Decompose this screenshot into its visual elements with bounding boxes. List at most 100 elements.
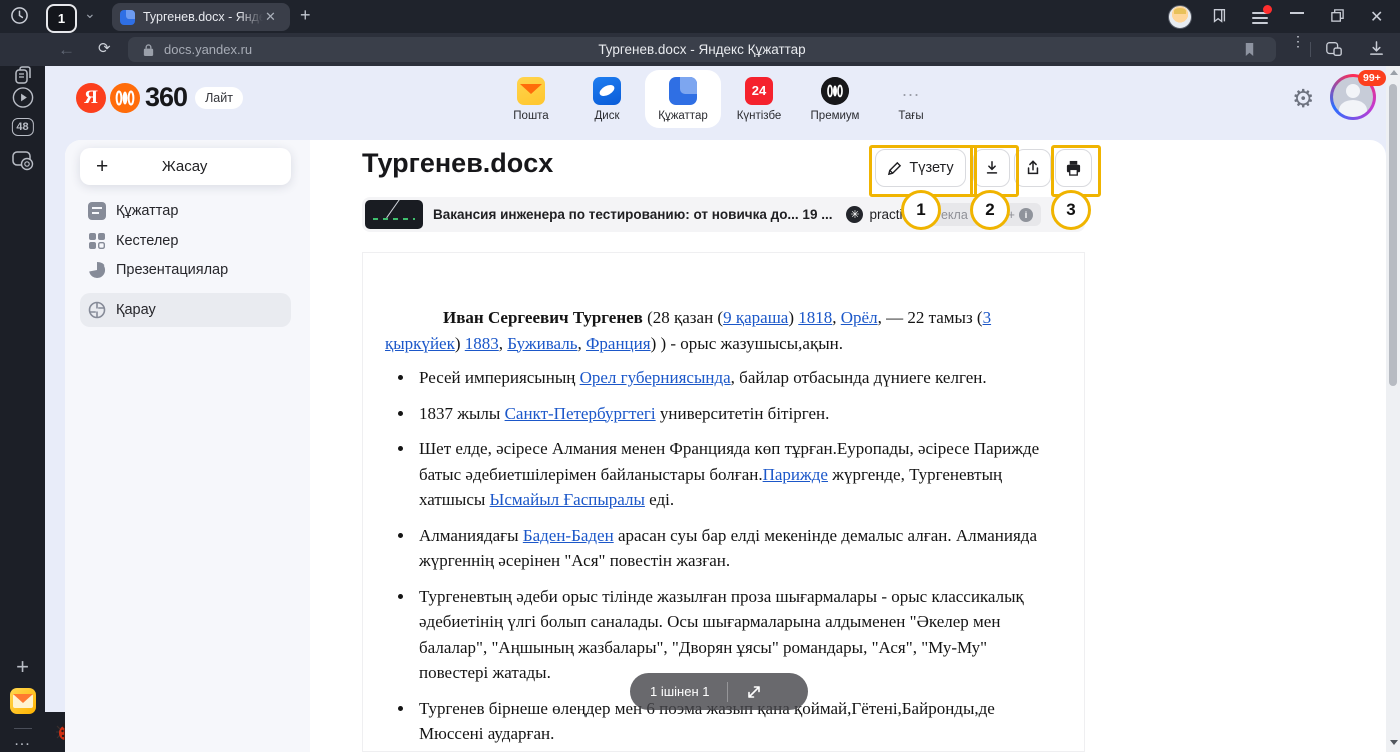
- doc-link[interactable]: Санкт-Петербургтегі: [505, 404, 656, 423]
- tab-close-icon[interactable]: ✕: [265, 9, 276, 25]
- sidebar-item-view[interactable]: Қарау: [80, 293, 291, 327]
- more-menu-icon[interactable]: ⋮: [1291, 38, 1295, 45]
- docs-favicon-icon: [120, 10, 135, 25]
- doc-link[interactable]: Буживаль: [507, 334, 577, 353]
- page-indicator[interactable]: 1 ішінен 1: [630, 673, 808, 710]
- doc-text: Ресей империясының: [419, 368, 580, 387]
- add-icon[interactable]: +: [16, 654, 29, 680]
- doc-link[interactable]: Ысмайыл Ғаспыралы: [490, 490, 645, 509]
- ad-title: Вакансия инженера по тестированию: от но…: [433, 207, 832, 222]
- annotation-circle-3: 3: [1051, 190, 1091, 230]
- scrollbar-thumb[interactable]: [1389, 84, 1397, 386]
- doc-link[interactable]: Парижде: [763, 465, 828, 484]
- nav-item-calendar[interactable]: 24 Күнтізбе: [721, 70, 797, 128]
- create-label: Жасау: [108, 158, 261, 175]
- tab-group-count: 1: [58, 11, 65, 26]
- annotation-circle-2: 2: [970, 190, 1010, 230]
- doc-link[interactable]: Орел губерниясында: [580, 368, 731, 387]
- premium-icon: [821, 77, 849, 105]
- nav-label: Құжаттар: [658, 110, 707, 122]
- doc-link[interactable]: Франция: [586, 334, 651, 353]
- presentations-icon: [88, 261, 106, 279]
- new-tab-button[interactable]: +: [300, 5, 311, 26]
- scrollbar-up-arrow[interactable]: [1390, 70, 1398, 75]
- calendar-icon: 24: [745, 77, 773, 105]
- doc-link[interactable]: 9 қараша: [723, 308, 788, 327]
- nav-item-mail[interactable]: Пошта: [493, 70, 569, 128]
- sidebar-label: Кестелер: [116, 233, 178, 249]
- info-icon[interactable]: i: [1019, 208, 1033, 222]
- nav-label: Диск: [595, 110, 620, 122]
- sidebar-item-presentations[interactable]: Презентациялар: [80, 255, 291, 285]
- nav-item-more[interactable]: ... Тағы: [873, 70, 949, 128]
- doc-text: ,: [577, 334, 586, 353]
- divider: [1310, 42, 1311, 57]
- logo-360-text: 360: [145, 82, 187, 113]
- side-panel-icon[interactable]: [1325, 40, 1343, 58]
- browser-address-bar: ← ⟳ docs.yandex.ru Тургенев.docx - Яндек…: [0, 33, 1400, 66]
- annotation-circle-1: 1: [901, 190, 941, 230]
- downloads-icon[interactable]: [1368, 40, 1385, 57]
- settings-gear-icon[interactable]: ⚙: [1292, 84, 1314, 114]
- sidebar-item-tables[interactable]: Кестелер: [80, 226, 291, 256]
- doc-text: , — 22 тамыз (: [878, 308, 983, 327]
- chevron-down-icon[interactable]: ⌄: [84, 5, 96, 22]
- close-window-icon[interactable]: ✕: [1370, 7, 1383, 27]
- ya360-logo[interactable]: Я 360 Лайт: [76, 82, 243, 113]
- speed-badge[interactable]: 48: [11, 118, 33, 136]
- annotation-box-2: [970, 145, 1019, 197]
- sidebar-label: Құжаттар: [116, 203, 178, 219]
- doc-text: ,: [832, 308, 841, 327]
- notifications-count-badge: 99+: [1358, 70, 1386, 86]
- screenshot-icon[interactable]: [11, 150, 35, 172]
- logo-360-icon: [110, 83, 140, 113]
- nav-label: Күнтізбе: [737, 110, 782, 122]
- url-field[interactable]: docs.yandex.ru Тургенев.docx - Яндекс Құ…: [128, 37, 1276, 62]
- lock-icon: [142, 43, 155, 57]
- reload-icon[interactable]: ⟳: [98, 39, 111, 57]
- tab-title: Тургенев.docx - Яндек: [143, 10, 263, 24]
- sidebar-label: Презентациялар: [116, 262, 228, 278]
- restore-icon[interactable]: [1330, 8, 1345, 23]
- services-nav: Пошта Диск Құжаттар 24 Күнтізбе Премиум …: [493, 70, 949, 128]
- browser-profile-avatar[interactable]: [1168, 5, 1192, 29]
- sidebar-item-documents[interactable]: Құжаттар: [80, 196, 291, 226]
- fullscreen-icon[interactable]: [746, 684, 762, 700]
- create-button[interactable]: + Жасау: [80, 148, 291, 185]
- doc-link[interactable]: Баден-Баден: [523, 526, 614, 545]
- history-icon[interactable]: [10, 6, 29, 25]
- doc-text: ): [455, 334, 465, 353]
- nav-label: Тағы: [898, 110, 923, 122]
- rail-more-icon[interactable]: ...: [14, 732, 30, 750]
- mail-quick-icon[interactable]: [10, 688, 36, 714]
- doc-text: ): [788, 308, 798, 327]
- page-count-label: 1 ішінен 1: [650, 684, 709, 699]
- disk-icon: [593, 77, 621, 105]
- nav-item-disk[interactable]: Диск: [569, 70, 645, 128]
- nav-item-documents[interactable]: Құжаттар: [645, 70, 721, 128]
- browser-tab[interactable]: Тургенев.docx - Яндек ✕: [112, 3, 290, 31]
- doc-link[interactable]: 1818: [798, 308, 832, 327]
- tab-group-chip[interactable]: 1: [46, 4, 77, 33]
- play-icon[interactable]: [11, 86, 34, 109]
- doc-list-item: Алманиядағы Баден-Баден арасан суы бар е…: [415, 523, 1050, 574]
- mail-icon: [517, 77, 545, 105]
- more-icon: ...: [897, 77, 925, 105]
- copies-icon[interactable]: [13, 66, 33, 86]
- bookmarks-icon[interactable]: [1210, 7, 1228, 25]
- doc-link[interactable]: 1883: [465, 334, 499, 353]
- back-icon[interactable]: ←: [58, 40, 75, 60]
- ad-thumbnail: [365, 200, 423, 229]
- doc-text: Тургеневтың әдеби орыс тілінде жазылған …: [419, 587, 1024, 683]
- doc-link[interactable]: Орёл: [841, 308, 878, 327]
- share-button[interactable]: [1014, 149, 1051, 187]
- bookmark-flag-icon[interactable]: [1243, 42, 1256, 57]
- doc-text: ,: [499, 334, 508, 353]
- nav-item-premium[interactable]: Премиум: [797, 70, 873, 128]
- tables-icon: [88, 232, 106, 250]
- scrollbar-down-arrow[interactable]: [1390, 740, 1398, 745]
- minimize-icon[interactable]: [1290, 12, 1304, 14]
- browser-side-rail: 48 + ...: [0, 66, 45, 752]
- doc-paragraph: Иван Сергеевич Тургенев (28 қазан (9 қар…: [385, 305, 1050, 356]
- nav-label: Пошта: [513, 110, 548, 122]
